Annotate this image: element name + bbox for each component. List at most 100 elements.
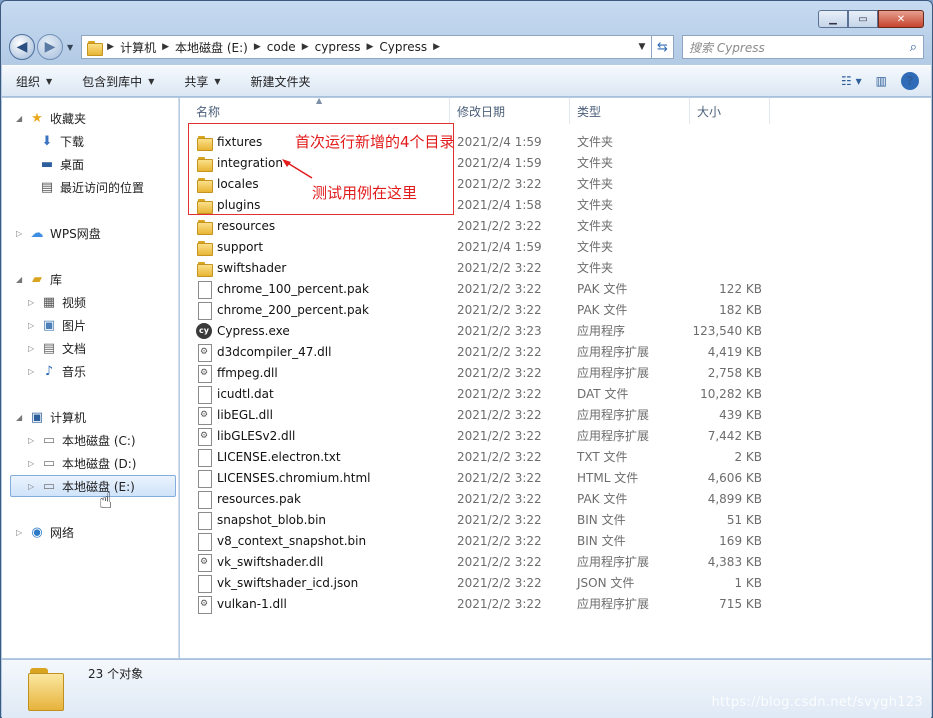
back-button[interactable]: ◀ <box>9 34 35 60</box>
collapsed-triangle-icon[interactable]: ▷ <box>28 436 40 445</box>
recent-pages-dropdown[interactable]: ▼ <box>67 43 73 52</box>
file-row[interactable]: cy Cypress.exe 2021/2/2 3:23 应用程序 123,540 KB <box>180 320 931 341</box>
file-row[interactable]: swiftshader 2021/2/2 3:22 文件夹 <box>180 257 931 278</box>
address-dropdown-icon[interactable]: ▼ <box>633 42 651 52</box>
expanded-triangle-icon[interactable]: ◢ <box>16 413 28 422</box>
maximize-button[interactable]: ▭ <box>848 10 878 28</box>
view-options-icon[interactable]: ☷ ▾ <box>841 74 862 88</box>
search-box[interactable]: 搜索 Cypress ⌕ <box>682 35 924 59</box>
chevron-right-icon[interactable]: ▶ <box>162 42 169 52</box>
preview-pane-icon[interactable]: ▥ <box>876 74 887 88</box>
chevron-right-icon[interactable]: ▶ <box>254 42 261 52</box>
refresh-button[interactable]: ⇆ <box>652 35 674 59</box>
breadcrumb-computer[interactable]: 计算机 <box>114 39 162 56</box>
file-row[interactable]: resources.pak 2021/2/2 3:22 PAK 文件 4,899 KB <box>180 488 931 509</box>
file-row[interactable]: vulkan-1.dll 2021/2/2 3:22 应用程序扩展 715 KB <box>180 593 931 614</box>
organize-menu[interactable]: 组织 ▼ <box>16 73 52 90</box>
search-icon[interactable]: ⌕ <box>910 40 917 55</box>
nav-documents[interactable]: ▷ ▤ 文档 <box>28 338 86 358</box>
dll-file-icon <box>196 364 212 383</box>
file-row[interactable]: vk_swiftshader_icd.json 2021/2/2 3:22 JSON… <box>180 572 931 593</box>
file-name: LICENSES.chromium.html <box>217 470 371 485</box>
file-name-cell: d3dcompiler_47.dll <box>180 343 450 362</box>
breadcrumb-cypress[interactable]: cypress <box>309 40 367 54</box>
nav-music[interactable]: ▷ ♪ 音乐 <box>28 361 86 381</box>
forward-button[interactable]: ▶ <box>37 34 63 60</box>
column-type[interactable]: 类型 <box>570 98 690 124</box>
column-name[interactable]: 名称 <box>180 98 450 124</box>
column-date[interactable]: 修改日期 <box>450 98 570 124</box>
address-bar[interactable]: ▶ 计算机 ▶ 本地磁盘 (E:) ▶ code ▶ cypress ▶ Cyp… <box>81 35 652 59</box>
nav-music-label: 音乐 <box>62 364 87 379</box>
nav-recent-places[interactable]: ▤ 最近访问的位置 <box>38 177 144 197</box>
search-input[interactable]: 搜索 Cypress <box>689 39 910 56</box>
file-row[interactable]: icudtl.dat 2021/2/2 3:22 DAT 文件 10,282 KB <box>180 383 931 404</box>
nav-libraries[interactable]: ◢ ▰ 库 <box>16 269 62 289</box>
include-in-library-menu[interactable]: 包含到库中 ▼ <box>82 73 154 90</box>
file-row[interactable]: d3dcompiler_47.dll 2021/2/2 3:22 应用程序扩展 4,4… <box>180 341 931 362</box>
file-type: 应用程序扩展 <box>577 366 650 380</box>
nav-drive-d[interactable]: ▷ ▭ 本地磁盘 (D:) <box>28 453 136 473</box>
column-size[interactable]: 大小 <box>690 98 770 124</box>
file-date: 2021/2/4 1:59 <box>457 155 542 170</box>
nav-drive-c[interactable]: ▷ ▭ 本地磁盘 (C:) <box>28 430 136 450</box>
breadcrumb-Cypress[interactable]: Cypress <box>373 40 433 54</box>
file-size: 4,899 KB <box>707 491 762 506</box>
nav-videos[interactable]: ▷ ▦ 视频 <box>28 292 86 312</box>
file-row[interactable]: vk_swiftshader.dll 2021/2/2 3:22 应用程序扩展 4,3… <box>180 551 931 572</box>
file-row[interactable]: ffmpeg.dll 2021/2/2 3:22 应用程序扩展 2,758 KB <box>180 362 931 383</box>
close-button[interactable]: ✕ <box>878 10 924 28</box>
collapsed-triangle-icon[interactable]: ▷ <box>28 482 40 491</box>
file-name: snapshot_blob.bin <box>217 512 327 527</box>
file-row[interactable]: chrome_200_percent.pak 2021/2/2 3:22 PAK 文… <box>180 299 931 320</box>
file-row[interactable]: support 2021/2/4 1:59 文件夹 <box>180 236 931 257</box>
nav-favorites[interactable]: ◢ ★ 收藏夹 <box>16 108 86 128</box>
share-menu[interactable]: 共享 ▼ <box>184 73 220 90</box>
collapsed-triangle-icon[interactable]: ▷ <box>16 229 28 238</box>
collapsed-triangle-icon[interactable]: ▷ <box>28 459 40 468</box>
collapsed-triangle-icon[interactable]: ▷ <box>28 298 40 307</box>
file-date: 2021/2/4 1:59 <box>457 239 542 254</box>
file-name: vk_swiftshader.dll <box>217 554 324 569</box>
file-name-cell: vulkan-1.dll <box>180 595 450 614</box>
nav-desktop[interactable]: ▬ 桌面 <box>38 154 84 174</box>
file-row[interactable]: LICENSE.electron.txt 2021/2/2 3:22 TXT 文件 2… <box>180 446 931 467</box>
chevron-down-icon: ▼ <box>148 76 155 86</box>
file-row[interactable]: libEGL.dll 2021/2/2 3:22 应用程序扩展 439 KB <box>180 404 931 425</box>
file-row[interactable]: v8_context_snapshot.bin 2021/2/2 3:22 BIN … <box>180 530 931 551</box>
help-icon[interactable]: ? <box>901 72 919 90</box>
chevron-right-icon[interactable]: ▶ <box>302 42 309 52</box>
file-icon <box>196 574 212 593</box>
expanded-triangle-icon[interactable]: ◢ <box>16 114 28 123</box>
chevron-right-icon[interactable]: ▶ <box>433 42 440 52</box>
collapsed-triangle-icon[interactable]: ▷ <box>28 344 40 353</box>
nav-computer[interactable]: ◢ ▣ 计算机 <box>16 407 86 427</box>
nav-drive-e[interactable]: ▷ ▭ 本地磁盘 (E:) <box>10 475 176 497</box>
nav-documents-label: 文档 <box>62 341 87 356</box>
breadcrumb-drive-e[interactable]: 本地磁盘 (E:) <box>169 39 254 56</box>
nav-network[interactable]: ▷ ◉ 网络 <box>16 522 74 542</box>
chevron-right-icon[interactable]: ▶ <box>367 42 374 52</box>
folder-icon <box>196 239 213 256</box>
nav-wps-drive[interactable]: ▷ ☁ WPS网盘 <box>16 223 101 243</box>
file-row[interactable]: LICENSES.chromium.html 2021/2/2 3:22 HTML … <box>180 467 931 488</box>
minimize-button[interactable]: ▁ <box>818 10 848 28</box>
drive-icon: ▭ <box>42 432 56 448</box>
chevron-right-icon[interactable]: ▶ <box>107 42 114 52</box>
nav-pictures[interactable]: ▷ ▣ 图片 <box>28 315 86 335</box>
collapsed-triangle-icon[interactable]: ▷ <box>28 321 40 330</box>
file-row[interactable]: snapshot_blob.bin 2021/2/2 3:22 BIN 文件 51 K… <box>180 509 931 530</box>
file-row[interactable]: chrome_100_percent.pak 2021/2/2 3:22 PAK 文… <box>180 278 931 299</box>
new-folder-button[interactable]: 新建文件夹 <box>251 73 311 90</box>
file-row[interactable]: libGLESv2.dll 2021/2/2 3:22 应用程序扩展 7,442 KB <box>180 425 931 446</box>
file-type: 应用程序扩展 <box>577 555 650 569</box>
breadcrumb-code[interactable]: code <box>261 40 302 54</box>
file-name-cell: support <box>180 239 450 256</box>
column-date-label: 修改日期 <box>457 104 506 119</box>
collapsed-triangle-icon[interactable]: ▷ <box>28 367 40 376</box>
nav-downloads[interactable]: ⬇ 下载 <box>38 131 84 151</box>
file-row[interactable]: resources 2021/2/2 3:22 文件夹 <box>180 215 931 236</box>
expanded-triangle-icon[interactable]: ◢ <box>16 275 28 284</box>
star-icon: ★ <box>31 110 43 126</box>
collapsed-triangle-icon[interactable]: ▷ <box>16 528 28 537</box>
